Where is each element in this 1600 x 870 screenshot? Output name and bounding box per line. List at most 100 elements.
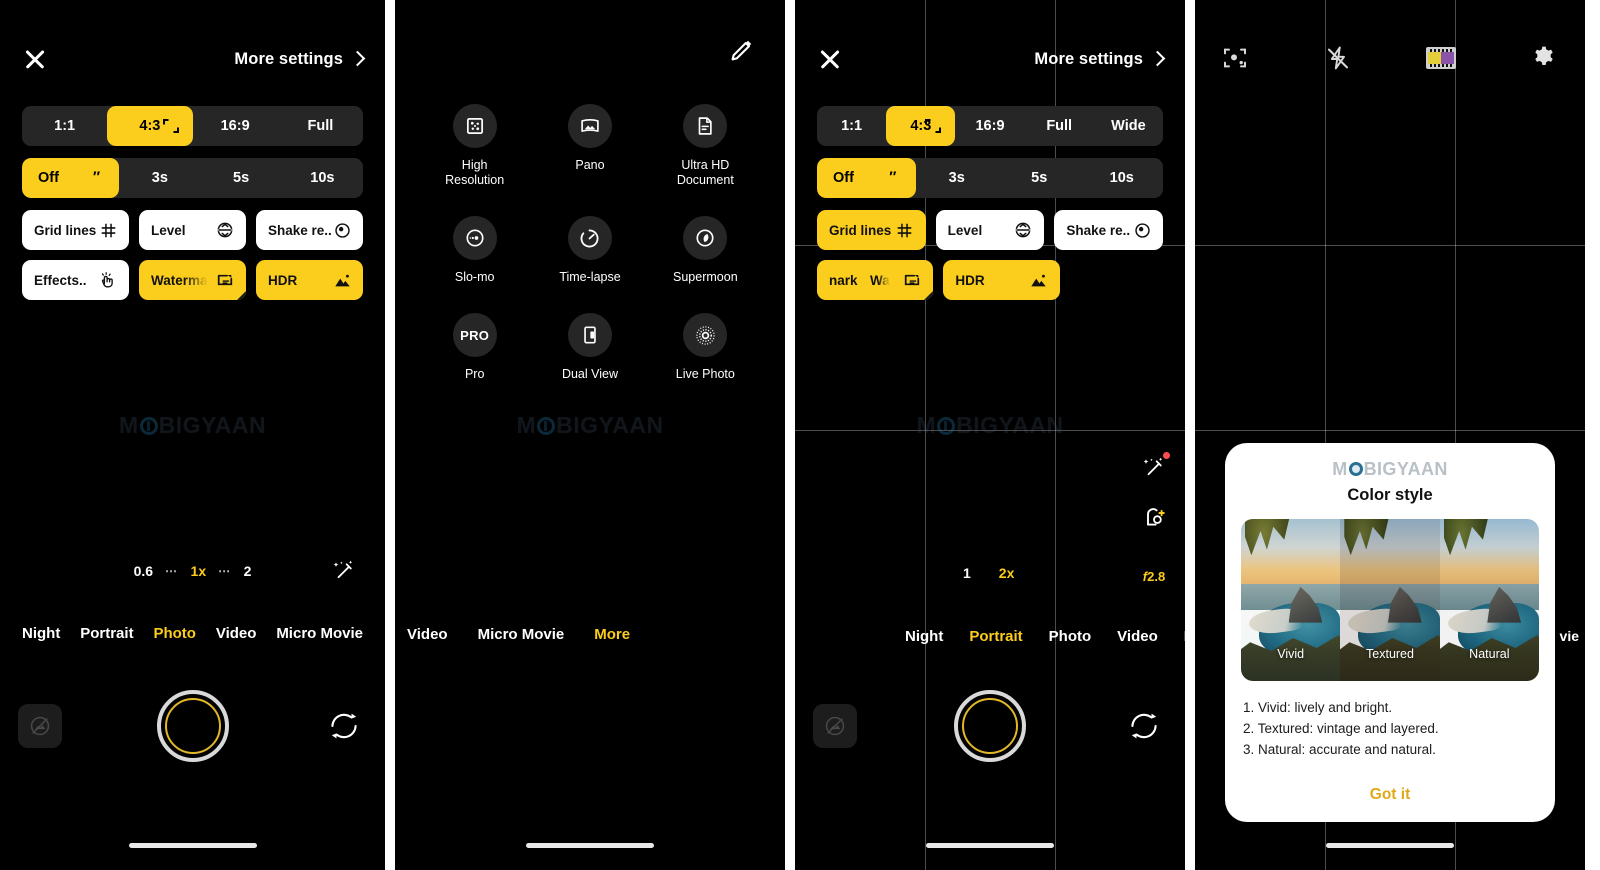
timer-option-5s[interactable]: 5s — [201, 158, 282, 198]
mode-tabs[interactable]: Night Portrait Photo Video Mic — [905, 628, 1185, 645]
gallery-thumbnail-button[interactable] — [813, 704, 857, 748]
aspect-ratio-option-wide[interactable]: Wide — [1094, 106, 1163, 146]
toggle-label: Shake re.. — [268, 222, 332, 238]
mode-tab-portrait[interactable]: Portrait — [969, 628, 1022, 645]
mode-item-pano[interactable]: Pano — [532, 104, 647, 188]
more-settings-button[interactable]: More settings — [234, 50, 366, 69]
mode-tab-partial[interactable]: vie — [1560, 628, 1579, 644]
preview-natural[interactable]: Natural — [1439, 519, 1539, 681]
toggle-grid-lines[interactable]: Grid lines — [22, 210, 129, 250]
toggle-hdr[interactable]: HDR — [256, 260, 363, 300]
flash-off-icon[interactable] — [1324, 44, 1352, 72]
toggle-level[interactable]: Level — [139, 210, 246, 250]
dual-view-icon — [567, 313, 612, 357]
mode-item-supermoon[interactable]: Supermoon — [648, 216, 763, 285]
mobigyaan-watermark: M BIGYAAN — [516, 412, 664, 438]
mode-tab-video[interactable]: Video — [216, 625, 257, 642]
toggle-watermark[interactable]: Waterma — [139, 260, 246, 300]
aspect-ratio-option-16-9[interactable]: 16:9 — [193, 106, 278, 146]
zoom-control[interactable]: 0.6 ⋯ 1x ⋯ 2 — [0, 563, 385, 579]
pencil-icon[interactable] — [729, 38, 755, 64]
mode-tab-video[interactable]: Video — [407, 626, 448, 643]
timer-option-10s[interactable]: 10s — [282, 158, 363, 198]
description-item: 2. Textured: vintage and layered. — [1243, 721, 1439, 736]
zoom-option-2[interactable]: 2 — [244, 563, 252, 579]
mode-tab-photo[interactable]: Photo — [1049, 628, 1092, 645]
got-it-button[interactable]: Got it — [1241, 760, 1539, 822]
aspect-ratio-option-1-1[interactable]: 1:1 — [22, 106, 107, 146]
zoom-option-2x[interactable]: 2x — [999, 565, 1015, 581]
color-style-filmstrip-icon[interactable] — [1426, 47, 1457, 69]
mode-tab-photo[interactable]: Photo — [153, 625, 196, 642]
gallery-thumbnail-button[interactable] — [18, 704, 62, 748]
crop-corners-icon — [162, 119, 179, 133]
toggle-effects[interactable]: Effects.. — [22, 260, 129, 300]
shutter-button[interactable] — [954, 690, 1026, 762]
timer-option-5s[interactable]: 5s — [998, 158, 1081, 198]
option-label: 16:9 — [220, 118, 250, 134]
close-icon[interactable] — [22, 46, 48, 72]
magic-wand-icon[interactable] — [1141, 452, 1170, 481]
mode-tab-night[interactable]: Night — [22, 625, 60, 642]
portrait-lighting-icon[interactable] — [1141, 505, 1167, 531]
mode-tab-micro-movie[interactable]: Micro Movie — [276, 625, 363, 642]
zoom-option-0-6[interactable]: 0.6 — [134, 563, 153, 579]
shake-reduction-icon — [1132, 220, 1152, 240]
mode-tab-micro-movie[interactable]: Mic — [1184, 628, 1185, 645]
mode-item-slo-mo[interactable]: Slo-mo — [417, 216, 532, 285]
mode-item-pro[interactable]: PRO Pro — [417, 313, 532, 382]
magic-wand-icon[interactable] — [331, 558, 357, 584]
flip-camera-button[interactable] — [1127, 709, 1161, 743]
close-icon[interactable] — [817, 46, 843, 72]
toggle-label: Waterma — [151, 272, 208, 288]
toggle-hdr[interactable]: HDR — [943, 260, 1060, 300]
more-settings-button[interactable]: More settings — [1034, 50, 1166, 69]
toggle-watermark[interactable]: nark Wa — [817, 260, 934, 300]
aspect-ratio-option-1-1[interactable]: 1:1 — [817, 106, 886, 146]
timer-option-3s[interactable]: 3s — [916, 158, 999, 198]
mode-item-live-photo[interactable]: Live Photo — [648, 313, 763, 382]
mode-item-high-resolution[interactable]: High Resolution — [417, 104, 532, 188]
aspect-ratio-segment[interactable]: 1:1 4:3 16:9 Full — [22, 106, 363, 146]
mode-tab-video[interactable]: Video — [1117, 628, 1158, 645]
image-icon — [825, 716, 845, 736]
aspect-ratio-option-16-9[interactable]: 16:9 — [955, 106, 1024, 146]
mode-item-label: Pro — [464, 367, 485, 381]
aspect-ratio-option-4-3[interactable]: 4:3 — [886, 106, 956, 146]
aspect-ratio-segment[interactable]: 1:1 4:3 16:9 Full Wide — [817, 106, 1163, 146]
shutter-button[interactable] — [156, 690, 229, 762]
toggle-grid-lines[interactable]: Grid lines — [817, 210, 926, 250]
zoom-control[interactable]: 1 2x — [795, 565, 1185, 581]
mode-tab-micro-movie[interactable]: Micro Movie — [478, 626, 565, 643]
timer-option-off[interactable]: Off ″ — [817, 158, 916, 198]
settings-gear-icon[interactable] — [1531, 44, 1559, 72]
ai-scan-icon[interactable] — [1221, 44, 1249, 72]
flip-camera-button[interactable] — [327, 709, 361, 743]
aspect-ratio-option-full[interactable]: Full — [1025, 106, 1094, 146]
mode-item-time-lapse[interactable]: Time-lapse — [532, 216, 647, 285]
preview-vivid[interactable]: Vivid — [1241, 519, 1341, 681]
timer-option-off[interactable]: Off ″ — [22, 158, 120, 198]
timer-option-3s[interactable]: 3s — [119, 158, 200, 198]
description-item: 3. Natural: accurate and natural. — [1243, 742, 1436, 757]
timer-segment[interactable]: Off ″ 3s 5s 10s — [817, 158, 1163, 198]
toggle-level[interactable]: Level — [935, 210, 1045, 250]
mode-item-ultra-hd-document[interactable]: Ultra HD Document — [648, 104, 763, 188]
timer-segment[interactable]: Off ″ 3s 5s 10s — [22, 158, 363, 198]
mode-tab-portrait[interactable]: Portrait — [80, 625, 133, 642]
toggle-shake-reduction[interactable]: Shake re.. — [256, 210, 363, 250]
hdr-icon — [332, 270, 352, 290]
mode-tabs[interactable]: Video Micro Movie More — [407, 626, 785, 643]
timer-option-10s[interactable]: 10s — [1081, 158, 1164, 198]
zoom-option-1[interactable]: 1 — [963, 565, 971, 581]
toggle-shake-reduction[interactable]: Shake re.. — [1054, 210, 1164, 250]
mode-item-dual-view[interactable]: Dual View — [532, 313, 647, 382]
zoom-option-1x[interactable]: 1x — [191, 563, 207, 579]
aspect-ratio-option-4-3[interactable]: 4:3 — [107, 106, 193, 146]
preview-textured[interactable]: Textured — [1340, 519, 1440, 681]
aspect-ratio-option-full[interactable]: Full — [278, 106, 363, 146]
mode-tabs[interactable]: Night Portrait Photo Video Micro Movie — [0, 625, 385, 642]
mode-tab-more[interactable]: More — [594, 626, 630, 643]
slo-mo-icon — [452, 216, 497, 260]
mode-tab-night[interactable]: Night — [905, 628, 943, 645]
